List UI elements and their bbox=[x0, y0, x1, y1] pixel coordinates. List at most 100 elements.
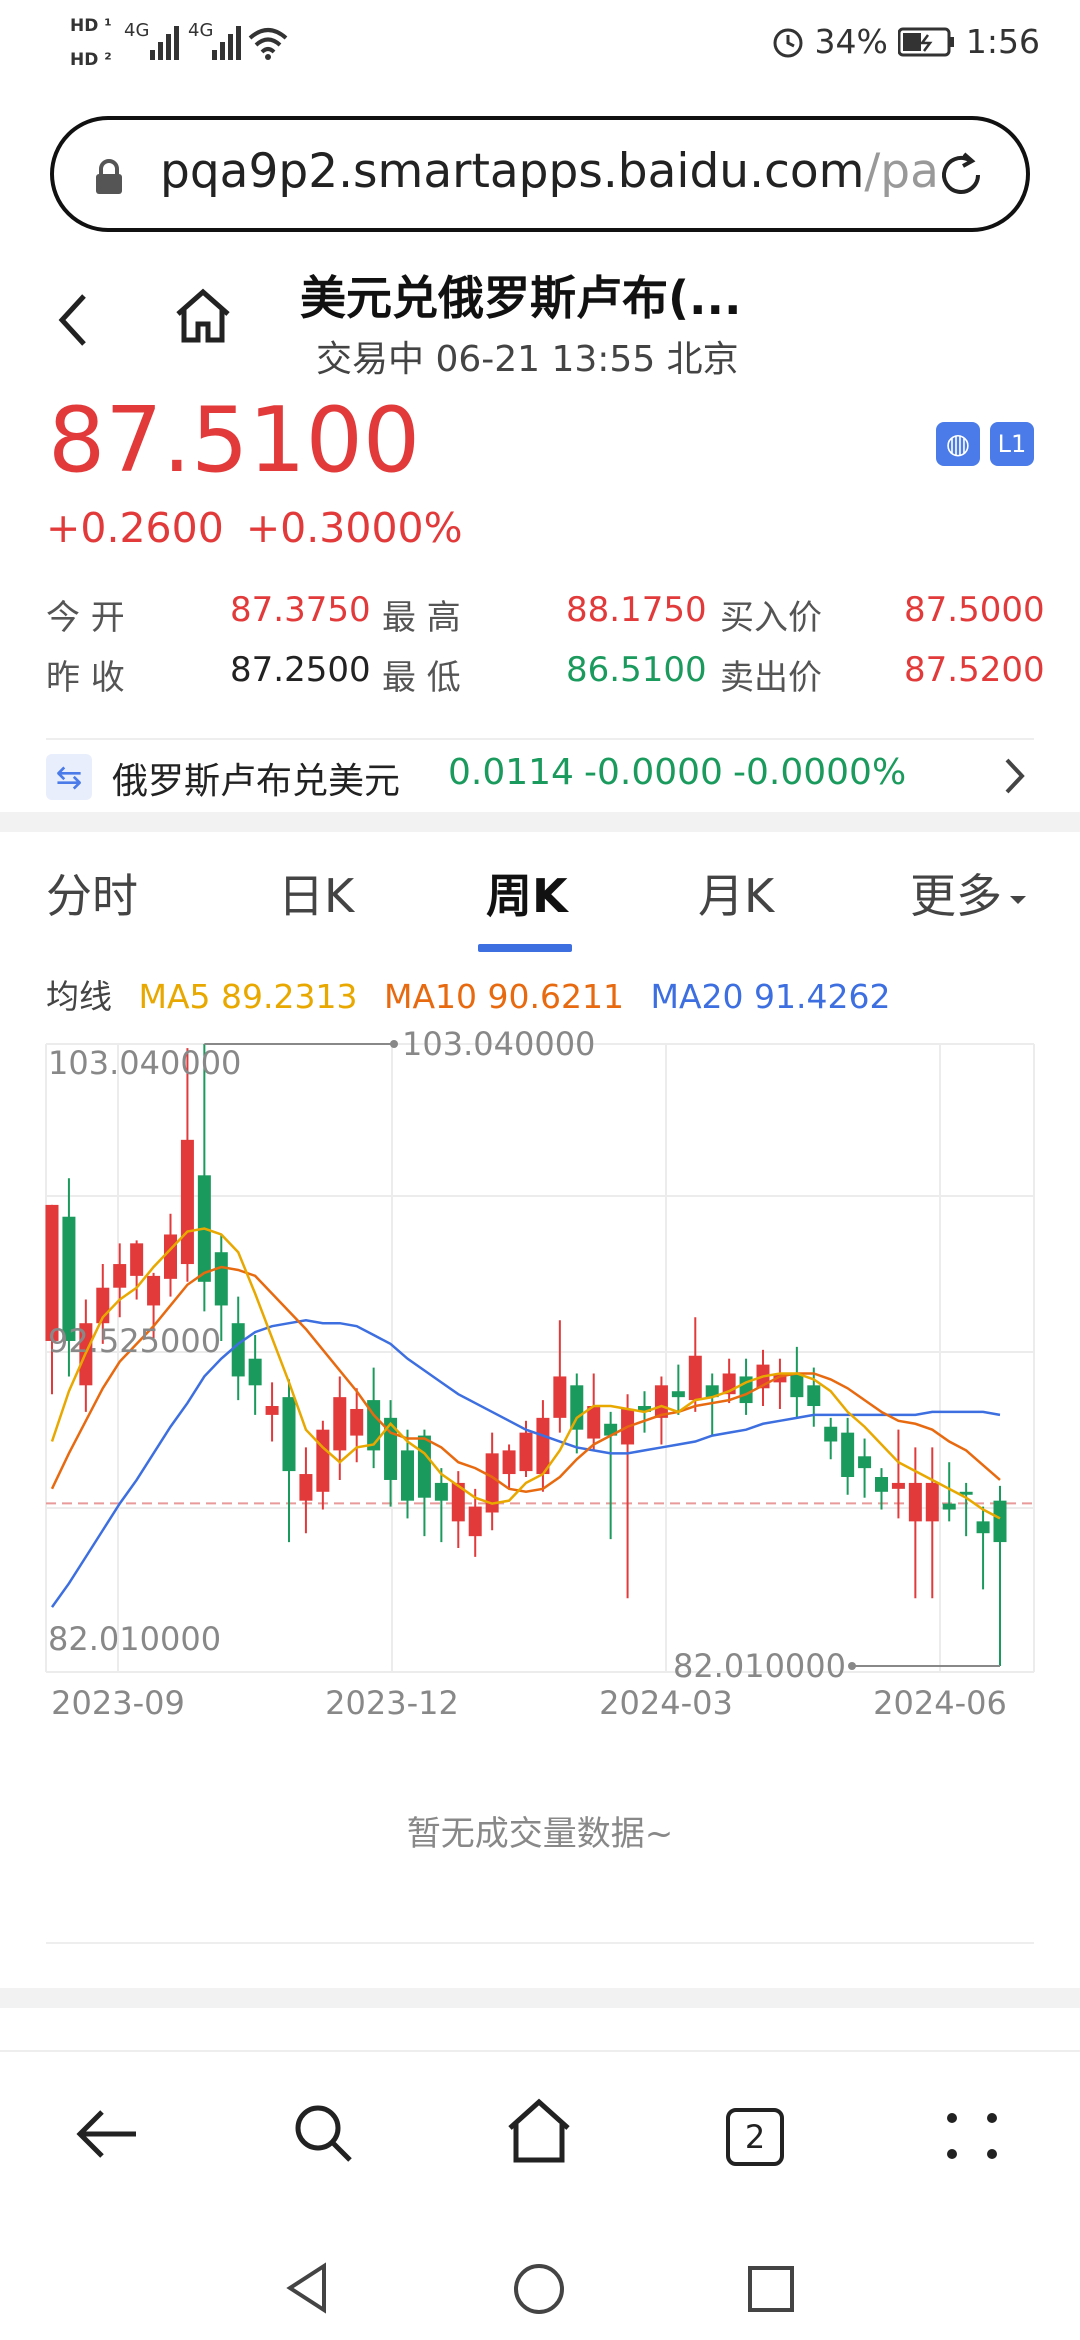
candle-body bbox=[180, 1139, 194, 1265]
candle-body bbox=[908, 1482, 922, 1522]
candle-body bbox=[858, 1456, 872, 1469]
candle-body bbox=[130, 1243, 144, 1276]
ask-value: 87.5200 bbox=[904, 650, 1045, 690]
hd-icon: HD ² bbox=[70, 50, 112, 70]
candle-body bbox=[976, 1521, 990, 1534]
reverse-pair-change: -0.0000 bbox=[584, 752, 723, 793]
url-bar[interactable]: pqa9p2.smartapps.baidu.com/pag bbox=[50, 116, 1030, 232]
candle-body bbox=[993, 1500, 1007, 1543]
y-axis-label: 103.040000 bbox=[48, 1044, 241, 1082]
candle-body bbox=[891, 1482, 905, 1489]
signal-icon bbox=[150, 26, 179, 60]
page-header: 美元兑俄罗斯卢布(... 交易中 06-21 13:55 北京 bbox=[0, 250, 1080, 380]
candle-body bbox=[316, 1429, 330, 1492]
candle-body bbox=[553, 1376, 567, 1418]
divider bbox=[46, 738, 1034, 740]
high-marker-label: 103.040000 bbox=[402, 1030, 595, 1063]
candle-body bbox=[45, 1204, 59, 1341]
no-volume-message: 暂无成交量数据~ bbox=[406, 1814, 674, 1854]
tab-monthly-k[interactable]: 月K bbox=[698, 860, 774, 926]
bid-label: 买入价 bbox=[720, 598, 822, 638]
back-icon[interactable] bbox=[54, 290, 94, 350]
page-title: 美元兑俄罗斯卢布(... bbox=[300, 271, 742, 325]
price-change: +0.2600 +0.3000% bbox=[46, 504, 485, 552]
candle-body bbox=[434, 1482, 448, 1501]
low-label: 最 低 bbox=[382, 658, 461, 698]
caret-down-icon bbox=[1010, 895, 1026, 904]
hd-icon: HD ¹ bbox=[70, 16, 112, 36]
chevron-right-icon bbox=[1005, 758, 1025, 794]
tab-weekly-k[interactable]: 周K bbox=[486, 860, 568, 926]
network-label: 4G bbox=[124, 20, 150, 41]
candle-body bbox=[265, 1406, 279, 1415]
kline-chart[interactable]: 103.040000 92.525000 82.010000 2023-09 2023-… bbox=[0, 1030, 1080, 1730]
candle-body bbox=[333, 1397, 347, 1451]
quote-row: 今 开 87.3750 最 高 88.1750 买入价 87.5000 bbox=[46, 590, 1045, 640]
candle-body bbox=[790, 1373, 804, 1398]
prev-close-value: 87.2500 bbox=[230, 650, 371, 690]
candle-body bbox=[942, 1503, 956, 1510]
y-axis-label: 82.010000 bbox=[48, 1620, 221, 1658]
reload-icon[interactable] bbox=[936, 150, 986, 200]
open-label: 今 开 bbox=[46, 598, 125, 638]
tab-count-button[interactable]: 2 bbox=[726, 2108, 784, 2166]
divider bbox=[46, 1942, 1034, 1944]
ma-legend: 均线 MA5 89.2313 MA10 90.6211 MA20 91.4262 bbox=[46, 970, 907, 1018]
candle-body bbox=[671, 1391, 685, 1398]
system-back-icon[interactable] bbox=[284, 2262, 330, 2314]
candle-body bbox=[299, 1474, 313, 1501]
clock: 1:56 bbox=[965, 22, 1040, 61]
candle-body bbox=[401, 1450, 414, 1501]
quote-row: 昨 收 87.2500 最 低 86.5100 卖出价 87.5200 bbox=[46, 650, 1045, 700]
candle-body bbox=[925, 1482, 939, 1522]
ma10-label: MA10 90.6211 bbox=[384, 977, 624, 1016]
signal-icon bbox=[212, 26, 241, 60]
candle-body bbox=[841, 1432, 855, 1478]
back-arrow-icon[interactable] bbox=[74, 2104, 140, 2164]
candle-body bbox=[570, 1385, 584, 1430]
candle-body bbox=[688, 1355, 702, 1401]
lock-icon bbox=[96, 159, 122, 194]
status-right: 34% 1:56 bbox=[771, 22, 1040, 61]
reverse-pair-row[interactable]: ⇆ 俄罗斯卢布兑美元 0.0114 -0.0000 -0.0000% bbox=[0, 748, 1080, 804]
change-value: +0.2600 bbox=[46, 504, 224, 552]
network-label: 4G bbox=[188, 20, 214, 41]
section-separator bbox=[0, 1988, 1080, 2008]
url-text[interactable]: pqa9p2.smartapps.baidu.com/pag bbox=[160, 144, 940, 199]
more-menu-icon[interactable] bbox=[946, 2112, 998, 2160]
ma-lines bbox=[50, 1227, 1001, 1608]
system-home-icon[interactable] bbox=[512, 2262, 566, 2316]
ask-label: 卖出价 bbox=[720, 658, 822, 698]
section-separator bbox=[0, 812, 1080, 832]
tab-intraday[interactable]: 分时 bbox=[46, 860, 138, 926]
wifi-icon bbox=[248, 28, 288, 60]
tab-daily-k[interactable]: 日K bbox=[278, 860, 354, 926]
candle-body bbox=[113, 1264, 127, 1288]
system-recents-icon[interactable] bbox=[746, 2264, 796, 2314]
y-axis-label: 92.525000 bbox=[48, 1322, 221, 1360]
candle-body bbox=[350, 1408, 364, 1436]
prev-close-label: 昨 收 bbox=[46, 658, 125, 698]
search-icon[interactable] bbox=[292, 2102, 356, 2166]
home-icon[interactable] bbox=[506, 2098, 572, 2164]
candle-body bbox=[807, 1385, 821, 1407]
reverse-pair-change-percent: -0.0000% bbox=[733, 752, 907, 793]
tab-more[interactable]: 更多 bbox=[910, 860, 1028, 926]
reverse-pair-price: 0.0114 bbox=[448, 752, 574, 793]
candle-body bbox=[282, 1397, 296, 1472]
trading-status: 交易中 06-21 13:55 北京 bbox=[316, 339, 739, 380]
globe-icon[interactable]: ◍ bbox=[936, 422, 980, 466]
x-axis-label: 2024-06 bbox=[873, 1684, 1007, 1722]
alarm-icon bbox=[773, 28, 803, 57]
candle-body bbox=[214, 1252, 228, 1306]
high-label: 最 高 bbox=[382, 598, 461, 638]
candle-body bbox=[147, 1275, 161, 1306]
period-tabs: 分时 日K 周K 月K 更多 bbox=[0, 850, 1080, 960]
candle-body bbox=[248, 1358, 262, 1386]
candle-body bbox=[164, 1234, 177, 1279]
candle-body bbox=[587, 1406, 601, 1439]
l1-badge[interactable]: L1 bbox=[990, 422, 1034, 466]
home-icon[interactable] bbox=[174, 288, 232, 344]
high-value: 88.1750 bbox=[566, 590, 707, 630]
browser-toolbar: 2 bbox=[0, 2050, 1080, 2220]
